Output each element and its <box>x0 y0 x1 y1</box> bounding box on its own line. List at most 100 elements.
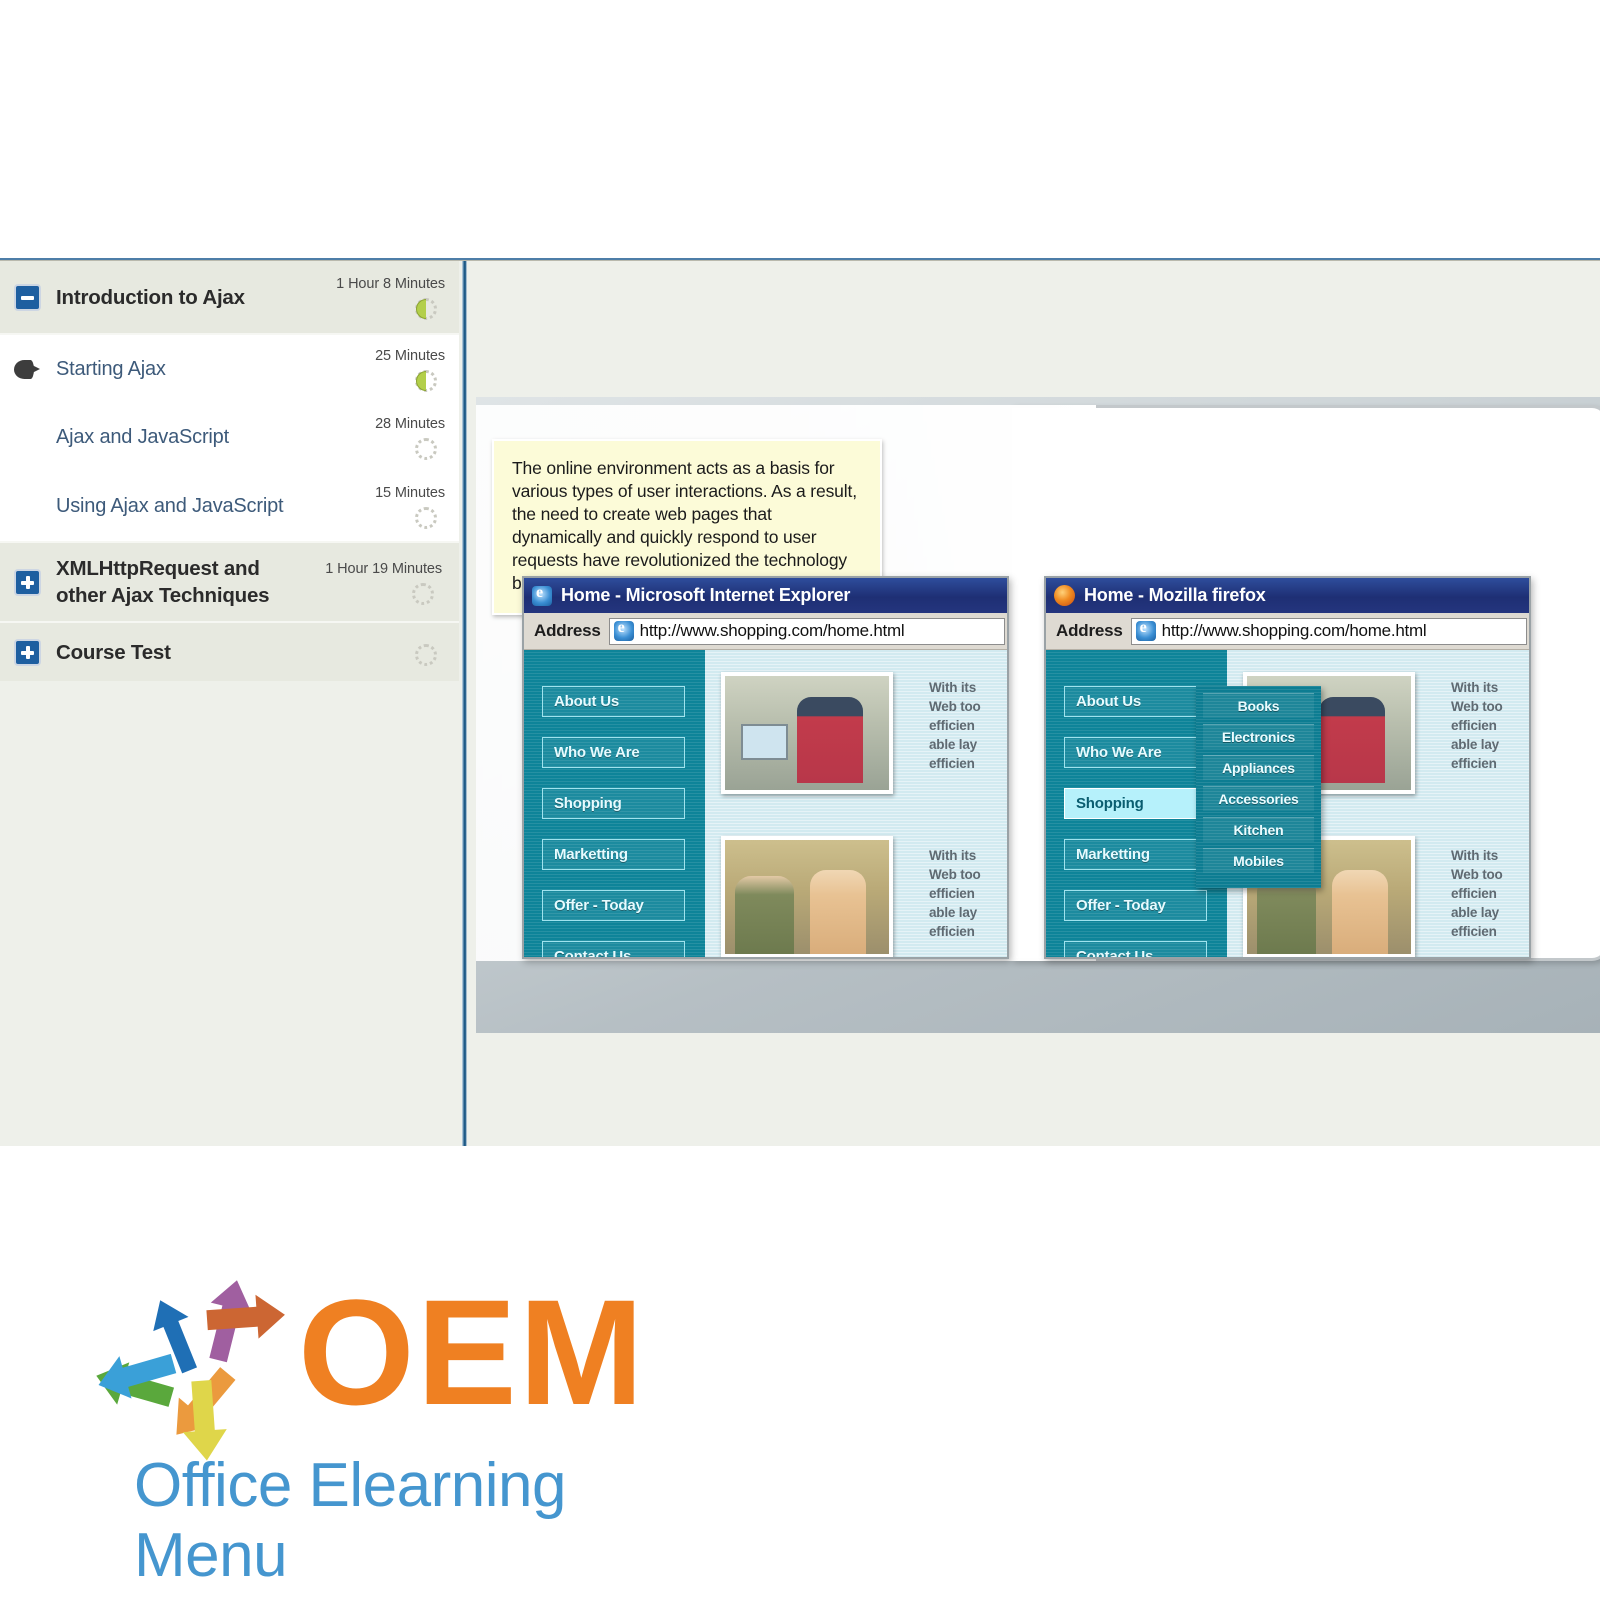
address-url: http://www.shopping.com/home.html <box>1161 621 1427 640</box>
body-text-line: able lay <box>929 905 977 920</box>
nav-button-shopping[interactable]: Shopping <box>1064 788 1207 819</box>
body-text-line: With its <box>1451 848 1499 863</box>
sidebar-item-ajax-and-javascript[interactable]: Ajax and JavaScript 28 Minutes <box>0 403 459 472</box>
photo-bakery <box>721 836 893 957</box>
slide-image: The online environment acts as a basis f… <box>476 397 1600 1033</box>
internet-explorer-icon <box>532 584 552 606</box>
progress-empty-icon <box>415 438 437 460</box>
sidebar-item-duration: 1 Hour 8 Minutes <box>336 275 445 292</box>
browser-title: Home - Microsoft Internet Explorer <box>561 585 851 605</box>
body-text-line: With its <box>1451 680 1499 695</box>
callout-note-text: The online environment acts as a basis f… <box>512 458 857 593</box>
toc-icon-cell <box>14 568 56 596</box>
nav-button-who-we-are[interactable]: Who We Are <box>542 737 685 768</box>
body-text-line: With its <box>929 848 977 863</box>
dropdown-item-books[interactable]: Books <box>1203 693 1314 718</box>
toc-icon-cell <box>14 283 56 311</box>
nav-button-offer-today[interactable]: Offer - Today <box>542 890 685 921</box>
page-icon <box>1135 619 1156 641</box>
site-nav-menu: About Us Who We Are Shopping Marketting … <box>1046 650 1321 957</box>
body-text-line: able lay <box>1451 737 1499 752</box>
course-player-window: Introduction to Ajax 1 Hour 8 Minutes St… <box>0 258 1600 1146</box>
progress-half-icon <box>415 297 437 320</box>
slide-content-pane: The online environment acts as a basis f… <box>467 261 1600 1146</box>
nav-button-contact-us[interactable]: Contact Us <box>542 941 685 957</box>
nav-button-offer-today[interactable]: Offer - Today <box>1064 890 1207 921</box>
nav-button-marketting[interactable]: Marketting <box>1064 839 1207 870</box>
sidebar-item-label: Using Ajax and JavaScript <box>56 495 284 517</box>
sidebar-item-course-test[interactable]: Course Test <box>0 623 459 681</box>
browser-address-bar: Address http://www.shopping.com/home.htm… <box>1046 613 1529 650</box>
browser-viewport: About Us Who We Are Shopping Marketting … <box>1046 650 1529 957</box>
progress-empty-icon <box>415 643 437 666</box>
sidebar-item-starting-ajax[interactable]: Starting Ajax 25 Minutes <box>0 335 459 403</box>
address-input[interactable]: http://www.shopping.com/home.html <box>1130 617 1527 645</box>
nav-button-contact-us[interactable]: Contact Us <box>1064 941 1207 957</box>
photo-cashier <box>721 672 893 794</box>
sidebar-item-duration: 1 Hour 19 Minutes <box>325 560 442 577</box>
nav-button-who-we-are[interactable]: Who We Are <box>1064 737 1207 768</box>
dropdown-item-appliances[interactable]: Appliances <box>1203 755 1314 780</box>
body-text-line: efficien <box>929 718 975 733</box>
sidebar-item-label: Course Test <box>56 640 171 664</box>
dropdown-item-kitchen[interactable]: Kitchen <box>1203 817 1314 842</box>
dropdown-item-accessories[interactable]: Accessories <box>1203 786 1314 811</box>
dropdown-item-mobiles[interactable]: Mobiles <box>1203 848 1314 873</box>
body-text-block: With its Web too efficien able lay effic… <box>1451 678 1525 773</box>
oem-logo: OEM Office Elearning Menu <box>90 1255 730 1590</box>
body-text-line: Web too <box>1451 867 1503 882</box>
plus-box-icon[interactable] <box>14 568 41 596</box>
toc-meta: 1 Hour 8 Minutes <box>317 275 445 320</box>
toc-meta: 28 Minutes <box>317 415 445 460</box>
body-text-line: efficien <box>1451 756 1497 771</box>
body-text-line: With its <box>929 680 977 695</box>
sidebar-item-introduction-to-ajax[interactable]: Introduction to Ajax 1 Hour 8 Minutes <box>0 261 459 333</box>
nav-button-about-us[interactable]: About Us <box>1064 686 1207 717</box>
browser-viewport: About Us Who We Are Shopping Marketting … <box>524 650 1007 957</box>
browser-title: Home - Mozilla firefox <box>1084 585 1266 605</box>
body-text-line: efficien <box>929 924 975 939</box>
site-main-content: With its Web too efficien able lay effic… <box>705 650 1007 957</box>
body-text-block: With its Web too efficien able lay effic… <box>929 678 1003 773</box>
body-text-line: efficien <box>1451 718 1497 733</box>
sidebar-item-label: Starting Ajax <box>56 357 166 380</box>
logo-wordmark: OEM <box>298 1268 646 1436</box>
browser-window-mozilla-firefox: Home - Mozilla firefox Address http://ww… <box>1044 576 1531 959</box>
shopping-dropdown-menu: Books Electronics Appliances Accessories… <box>1196 686 1321 888</box>
sidebar-item-duration: 28 Minutes <box>375 416 445 432</box>
browser-address-bar: Address http://www.shopping.com/home.htm… <box>524 613 1007 650</box>
toc-meta: 1 Hour 19 Minutes <box>314 560 442 605</box>
site-nav-menu: About Us Who We Are Shopping Marketting … <box>524 650 705 957</box>
course-outline-sidebar: Introduction to Ajax 1 Hour 8 Minutes St… <box>0 261 459 1146</box>
minus-box-icon[interactable] <box>14 283 41 311</box>
body-text-line: efficien <box>1451 924 1497 939</box>
sidebar-item-xmlhttprequest-and-other-ajax-techniques[interactable]: XMLHttpRequest and other Ajax Techniques… <box>0 543 459 621</box>
body-text-line: efficien <box>1451 886 1497 901</box>
browser-title-bar: Home - Mozilla firefox <box>1046 578 1529 613</box>
sidebar-item-duration: 15 Minutes <box>375 485 445 501</box>
body-text-line: efficien <box>929 886 975 901</box>
body-text-line: efficien <box>929 756 975 771</box>
plus-box-icon[interactable] <box>14 638 41 666</box>
address-url: http://www.shopping.com/home.html <box>639 621 905 640</box>
browser-window-internet-explorer: Home - Microsoft Internet Explorer Addre… <box>522 576 1009 959</box>
body-text-line: Web too <box>929 699 981 714</box>
progress-half-icon <box>415 369 437 392</box>
nav-button-shopping[interactable]: Shopping <box>542 788 685 819</box>
progress-empty-icon <box>412 582 434 605</box>
sidebar-item-duration: 25 Minutes <box>375 347 445 364</box>
sidebar-item-label: XMLHttpRequest and other Ajax Techniques <box>56 557 270 607</box>
toc-meta: 15 Minutes <box>317 484 445 529</box>
sidebar-item-label: Introduction to Ajax <box>56 285 245 309</box>
toc-meta: 25 Minutes <box>317 347 445 392</box>
logo-tagline: Office Elearning Menu <box>134 1451 567 1590</box>
nav-button-about-us[interactable]: About Us <box>542 686 685 717</box>
progress-empty-icon <box>415 507 437 529</box>
sidebar-item-using-ajax-and-javascript[interactable]: Using Ajax and JavaScript 15 Minutes <box>0 472 459 541</box>
dropdown-item-electronics[interactable]: Electronics <box>1203 724 1314 749</box>
toc-meta <box>317 639 445 666</box>
address-input[interactable]: http://www.shopping.com/home.html <box>608 617 1005 645</box>
nav-button-marketting[interactable]: Marketting <box>542 839 685 870</box>
page-icon <box>613 619 634 641</box>
body-text-line: able lay <box>1451 905 1499 920</box>
